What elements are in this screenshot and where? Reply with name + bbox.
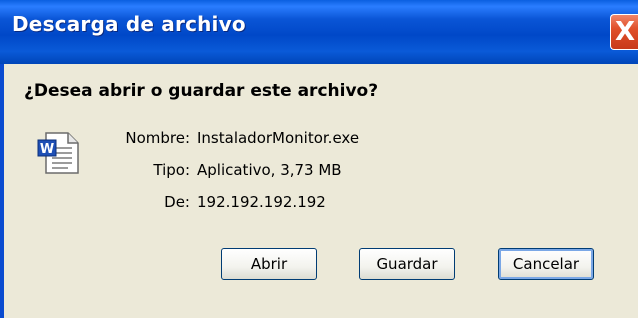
title-bar[interactable]: Descarga de archivo X bbox=[0, 0, 638, 64]
window-title: Descarga de archivo bbox=[12, 12, 246, 36]
close-button[interactable]: X bbox=[610, 14, 638, 50]
name-label: Nombre: bbox=[125, 129, 190, 147]
close-icon: X bbox=[615, 17, 636, 47]
cancel-button[interactable]: Cancelar bbox=[498, 248, 594, 280]
save-button[interactable]: Guardar bbox=[359, 248, 455, 280]
name-value: InstaladorMonitor.exe bbox=[197, 129, 360, 147]
from-value: 192.192.192.192 bbox=[197, 193, 326, 211]
window-left-border bbox=[0, 64, 4, 318]
type-label: Tipo: bbox=[153, 161, 190, 179]
open-button[interactable]: Abrir bbox=[221, 248, 317, 280]
dialog-question: ¿Desea abrir o guardar este archivo? bbox=[24, 81, 379, 101]
svg-text:W: W bbox=[40, 142, 54, 157]
type-value: Aplicativo, 3,73 MB bbox=[197, 161, 342, 179]
from-label: De: bbox=[164, 193, 190, 211]
